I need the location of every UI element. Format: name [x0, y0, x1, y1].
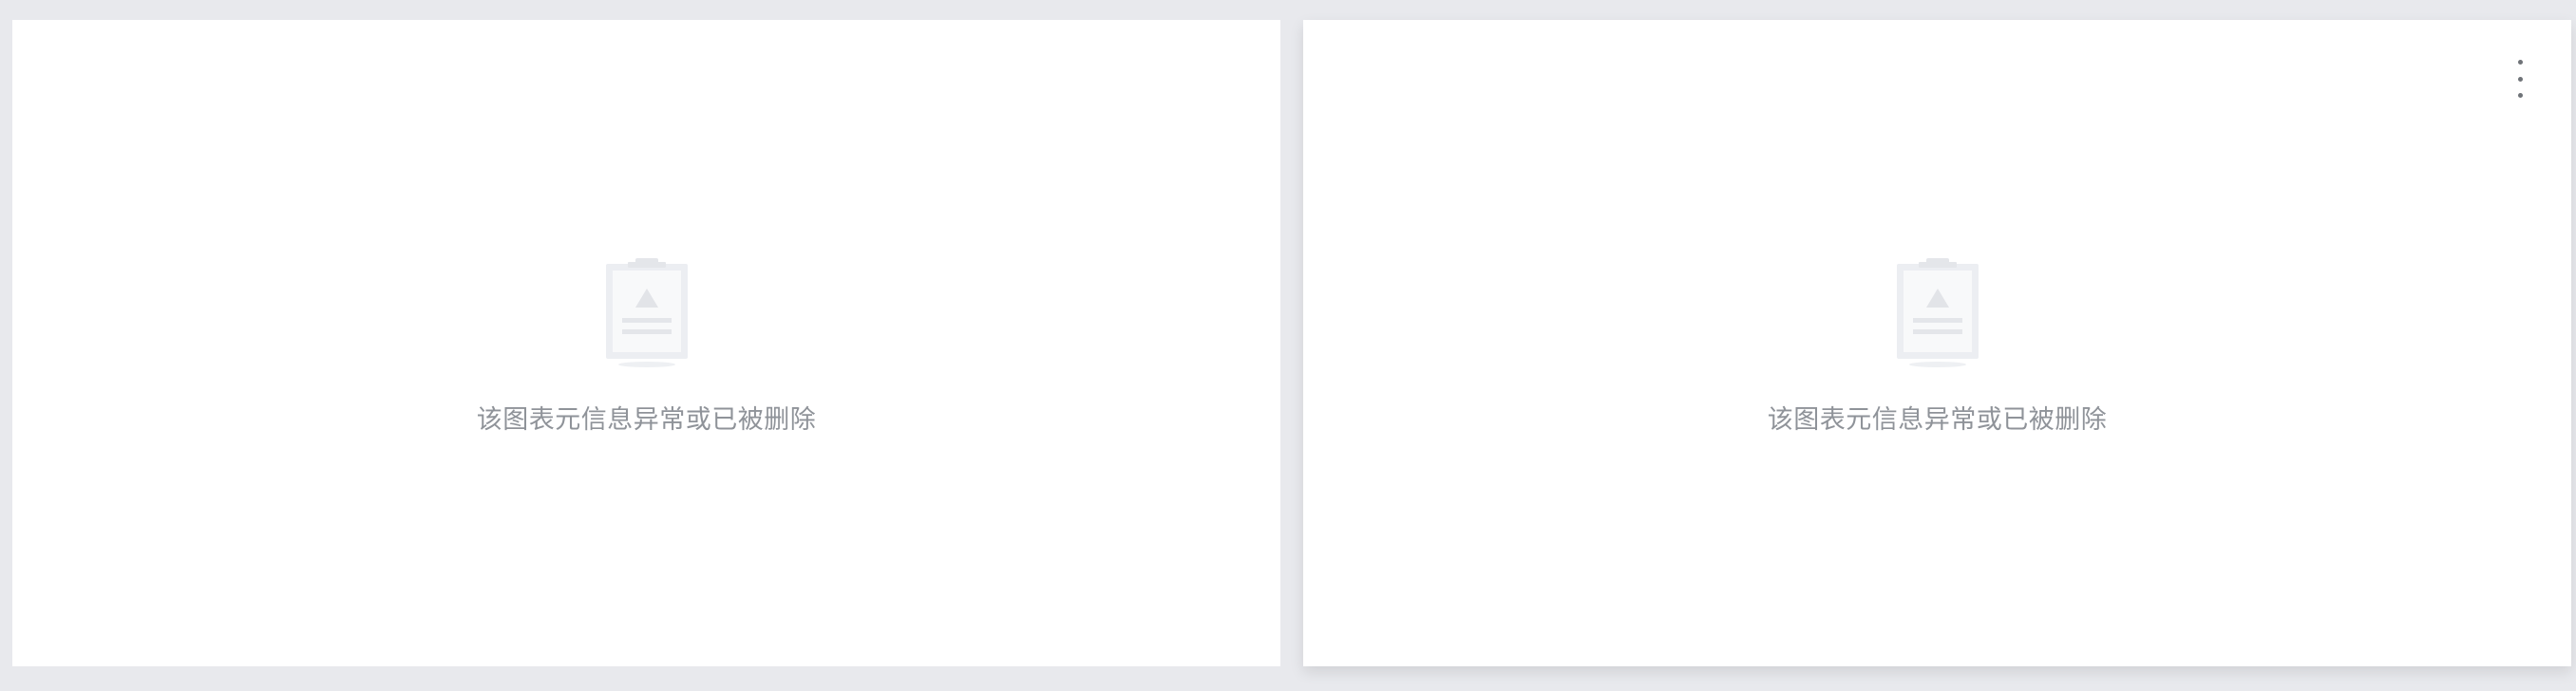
empty-clipboard-icon [1896, 258, 1979, 367]
menu-dot [2517, 76, 2523, 82]
menu-dot [2517, 60, 2523, 65]
empty-state: 该图表元信息异常或已被删除 [1303, 254, 2571, 437]
empty-message: 该图表元信息异常或已被删除 [1767, 405, 2108, 435]
more-vertical-icon[interactable] [2510, 60, 2529, 98]
empty-clipboard-icon [605, 258, 688, 367]
empty-message: 该图表元信息异常或已被删除 [476, 405, 817, 435]
menu-dot [2517, 93, 2523, 98]
chart-card-2[interactable]: 该图表元信息异常或已被删除 [1303, 20, 2571, 666]
chart-card-1[interactable]: 该图表元信息异常或已被删除 [12, 20, 1280, 666]
empty-state: 该图表元信息异常或已被删除 [12, 254, 1280, 437]
dashboard-canvas: 该图表元信息异常或已被删除 该图表元信息异常或已被删除 [0, 0, 2576, 691]
